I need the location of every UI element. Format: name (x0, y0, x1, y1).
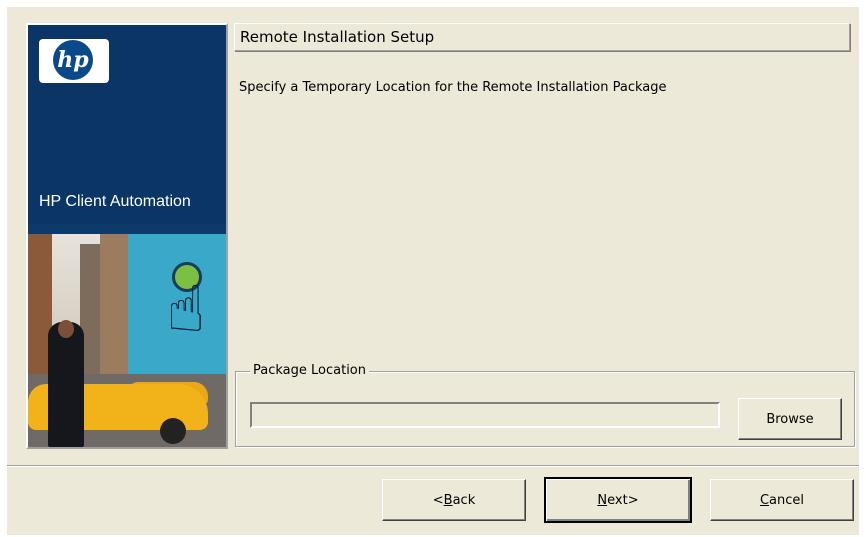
hp-logo: hp (39, 39, 109, 83)
footer-separator (7, 465, 859, 467)
photo-businessman-head (58, 320, 74, 338)
cancel-label-rest: ancel (769, 492, 805, 508)
back-arrow: < (432, 492, 444, 508)
package-location-input[interactable] (250, 402, 720, 428)
page-title: Remote Installation Setup (240, 28, 435, 46)
back-button[interactable]: <Back (382, 479, 526, 521)
product-name: HP Client Automation (39, 193, 191, 210)
package-location-group: Package Location Browse (235, 363, 855, 447)
pointing-hand-icon: ☝ (166, 273, 206, 347)
next-mnemonic: N (597, 492, 608, 508)
page-subtitle: Specify a Temporary Location for the Rem… (239, 80, 667, 95)
next-button[interactable]: Next> (544, 477, 692, 523)
side-banner: hp HP Client Automation ☝ (26, 23, 228, 449)
package-location-legend: Package Location (250, 363, 370, 378)
back-mnemonic: B (443, 492, 453, 508)
banner-brand-area: hp HP Client Automation (28, 25, 226, 224)
page-title-box: Remote Installation Setup (234, 23, 850, 51)
back-label-rest: ack (452, 492, 476, 508)
hp-logo-mark: hp (53, 40, 93, 80)
installer-dialog: hp HP Client Automation ☝ Remote Install… (7, 7, 859, 535)
browse-button[interactable]: Browse (738, 398, 842, 440)
photo-businessman (48, 322, 84, 447)
cancel-mnemonic: C (759, 492, 770, 508)
banner-photo: ☝ (28, 234, 226, 447)
photo-wheel (160, 418, 186, 444)
photo-building (100, 234, 128, 374)
cancel-button[interactable]: Cancel (710, 479, 854, 521)
next-label-rest: ext (607, 492, 628, 508)
next-arrow: > (627, 492, 639, 508)
